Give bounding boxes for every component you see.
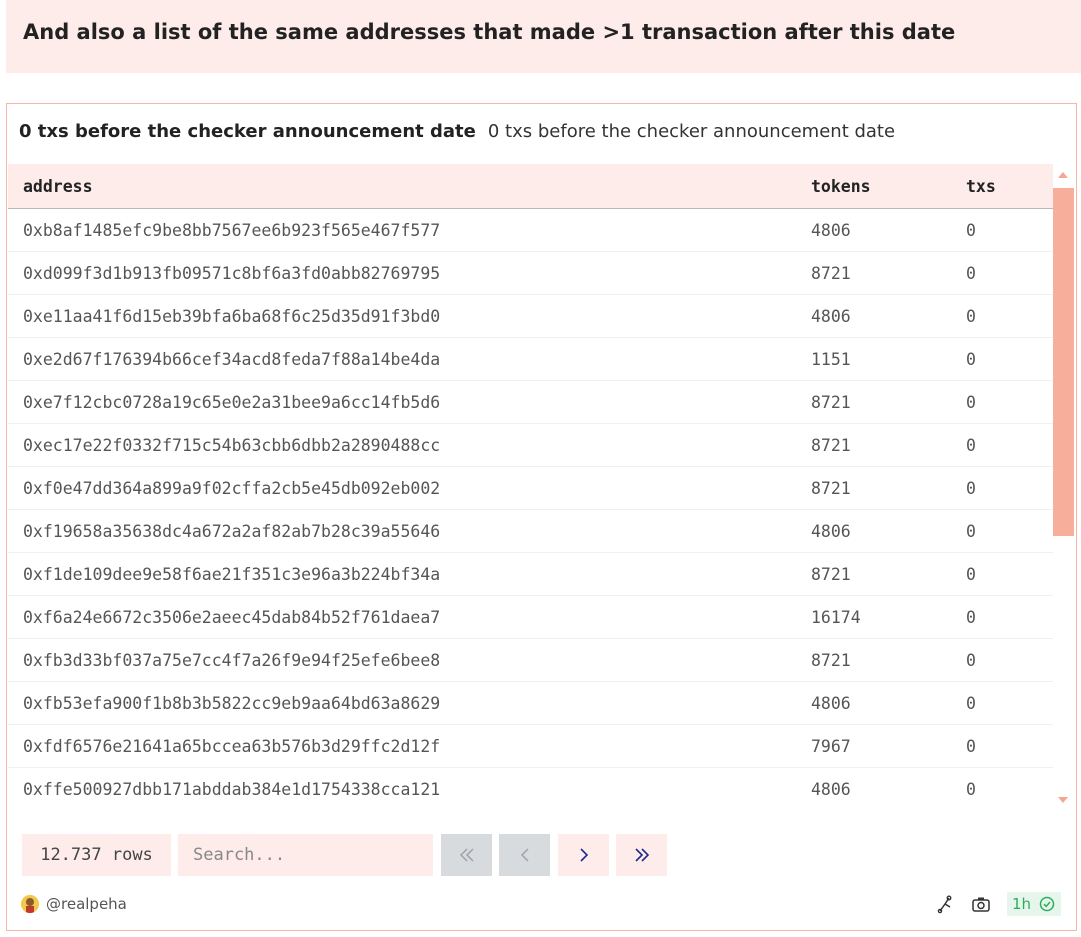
cell-address: 0xfb3d33bf037a75e7cc4f7a26f9e94f25efe6be…	[23, 651, 441, 670]
next-page-button[interactable]	[558, 834, 609, 876]
scroll-down-arrow-icon[interactable]	[1058, 797, 1068, 803]
cell-txs: 0	[966, 393, 976, 412]
table-row: 0xfdf6576e21641a65bccea63b576b3d29ffc2d1…	[8, 725, 1053, 768]
text-widget: And also a list of the same addresses th…	[6, 0, 1081, 73]
column-header-address[interactable]: address	[23, 177, 93, 196]
cell-tokens: 8721	[811, 436, 851, 455]
refresh-status-badge[interactable]: 1h	[1007, 892, 1061, 916]
results-table: address tokens txs 0xb8af1485efc9be8bb75…	[8, 164, 1053, 809]
cell-txs: 0	[966, 780, 976, 799]
cell-tokens: 8721	[811, 651, 851, 670]
first-page-button[interactable]	[441, 834, 492, 876]
cell-address: 0xfb53efa900f1b8b3b5822cc9eb9aa64bd63a86…	[23, 694, 441, 713]
table-row: 0xe2d67f176394b66cef34acd8feda7f88a14be4…	[8, 338, 1053, 381]
cell-address: 0xb8af1485efc9be8bb7567ee6b923f565e467f5…	[23, 221, 441, 240]
table-row: 0xfb53efa900f1b8b3b5822cc9eb9aa64bd63a86…	[8, 682, 1053, 725]
widget-header: 0 txs before the checker announcement da…	[19, 121, 895, 145]
chevron-left-icon	[520, 848, 528, 862]
cell-tokens: 4806	[811, 221, 851, 240]
scroll-up-arrow-icon[interactable]	[1058, 172, 1068, 178]
cell-txs: 0	[966, 264, 976, 283]
double-chevron-left-icon	[459, 848, 473, 862]
cell-tokens: 1151	[811, 350, 851, 369]
cell-address: 0xf19658a35638dc4a672a2af82ab7b28c39a556…	[23, 522, 441, 541]
cell-address: 0xe7f12cbc0728a19c65e0e2a31bee9a6cc14fb5…	[23, 393, 441, 412]
table-row: 0xfb3d33bf037a75e7cc4f7a26f9e94f25efe6be…	[8, 639, 1053, 682]
cell-address: 0xffe500927dbb171abddab384e1d1754338cca1…	[23, 780, 441, 799]
table-row: 0xf19658a35638dc4a672a2af82ab7b28c39a556…	[8, 510, 1053, 553]
widget-title: 0 txs before the checker announcement da…	[19, 121, 476, 142]
cell-address: 0xf6a24e6672c3506e2aeec45dab84b52f761dae…	[23, 608, 441, 627]
cell-txs: 0	[966, 737, 976, 756]
cell-address: 0xe2d67f176394b66cef34acd8feda7f88a14be4…	[23, 350, 441, 369]
cell-txs: 0	[966, 479, 976, 498]
cell-tokens: 8721	[811, 565, 851, 584]
last-page-button[interactable]	[616, 834, 667, 876]
rows-count: 12.737 rows	[22, 834, 171, 876]
table-row: 0xd099f3d1b913fb09571c8bf6a3fd0abb827697…	[8, 252, 1053, 295]
table-row: 0xf1de109dee9e58f6ae21f351c3e96a3b224bf3…	[8, 553, 1053, 596]
camera-icon[interactable]	[971, 894, 991, 914]
table-row: 0xe11aa41f6d15eb39bfa6ba68f6c25d35d91f3b…	[8, 295, 1053, 338]
text-widget-heading: And also a list of the same addresses th…	[23, 20, 956, 44]
widget-bottom-bar: @realpeha 1h	[21, 892, 1061, 916]
cell-address: 0xd099f3d1b913fb09571c8bf6a3fd0abb827697…	[23, 264, 441, 283]
table-row: 0xec17e22f0332f715c54b63cbb6dbb2a2890488…	[8, 424, 1053, 467]
cell-tokens: 7967	[811, 737, 851, 756]
previous-page-button[interactable]	[499, 834, 550, 876]
author-avatar[interactable]	[21, 895, 39, 913]
cell-tokens: 8721	[811, 479, 851, 498]
table-scrollbar[interactable]	[1053, 164, 1074, 809]
fork-icon[interactable]	[935, 894, 955, 914]
widget-actions: 1h	[935, 892, 1061, 916]
column-header-tokens[interactable]: tokens	[811, 177, 871, 196]
cell-txs: 0	[966, 350, 976, 369]
cell-txs: 0	[966, 694, 976, 713]
cell-txs: 0	[966, 651, 976, 670]
table-row: 0xb8af1485efc9be8bb7567ee6b923f565e467f5…	[8, 209, 1053, 252]
cell-tokens: 4806	[811, 694, 851, 713]
cell-address: 0xf1de109dee9e58f6ae21f351c3e96a3b224bf3…	[23, 565, 441, 584]
scroll-thumb[interactable]	[1053, 188, 1074, 536]
cell-txs: 0	[966, 307, 976, 326]
double-chevron-right-icon	[634, 848, 649, 862]
table-row: 0xe7f12cbc0728a19c65e0e2a31bee9a6cc14fb5…	[8, 381, 1053, 424]
cell-tokens: 4806	[811, 307, 851, 326]
refresh-label: 1h	[1012, 895, 1032, 913]
cell-tokens: 8721	[811, 393, 851, 412]
table-row: 0xf0e47dd364a899a9f02cffa2cb5e45db092eb0…	[8, 467, 1053, 510]
widget-subtitle: 0 txs before the checker announcement da…	[487, 121, 896, 142]
cell-address: 0xf0e47dd364a899a9f02cffa2cb5e45db092eb0…	[23, 479, 441, 498]
cell-txs: 0	[966, 522, 976, 541]
cell-tokens: 4806	[811, 780, 851, 799]
cell-tokens: 4806	[811, 522, 851, 541]
cell-txs: 0	[966, 221, 976, 240]
column-header-txs[interactable]: txs	[966, 177, 996, 196]
check-circle-icon	[1039, 896, 1055, 912]
search-input[interactable]	[178, 834, 433, 876]
cell-txs: 0	[966, 436, 976, 455]
table-header-row: address tokens txs	[8, 164, 1053, 209]
author-link[interactable]: @realpeha	[46, 895, 127, 913]
cell-txs: 0	[966, 608, 976, 627]
chevron-right-icon	[579, 848, 588, 862]
cell-address: 0xfdf6576e21641a65bccea63b576b3d29ffc2d1…	[23, 737, 441, 756]
cell-txs: 0	[966, 565, 976, 584]
table-row: 0xffe500927dbb171abddab384e1d1754338cca1…	[8, 768, 1053, 809]
cell-tokens: 16174	[811, 608, 861, 627]
table-widget: 0 txs before the checker announcement da…	[6, 103, 1077, 931]
cell-tokens: 8721	[811, 264, 851, 283]
cell-address: 0xe11aa41f6d15eb39bfa6ba68f6c25d35d91f3b…	[23, 307, 441, 326]
cell-address: 0xec17e22f0332f715c54b63cbb6dbb2a2890488…	[23, 436, 441, 455]
table-row: 0xf6a24e6672c3506e2aeec45dab84b52f761dae…	[8, 596, 1053, 639]
